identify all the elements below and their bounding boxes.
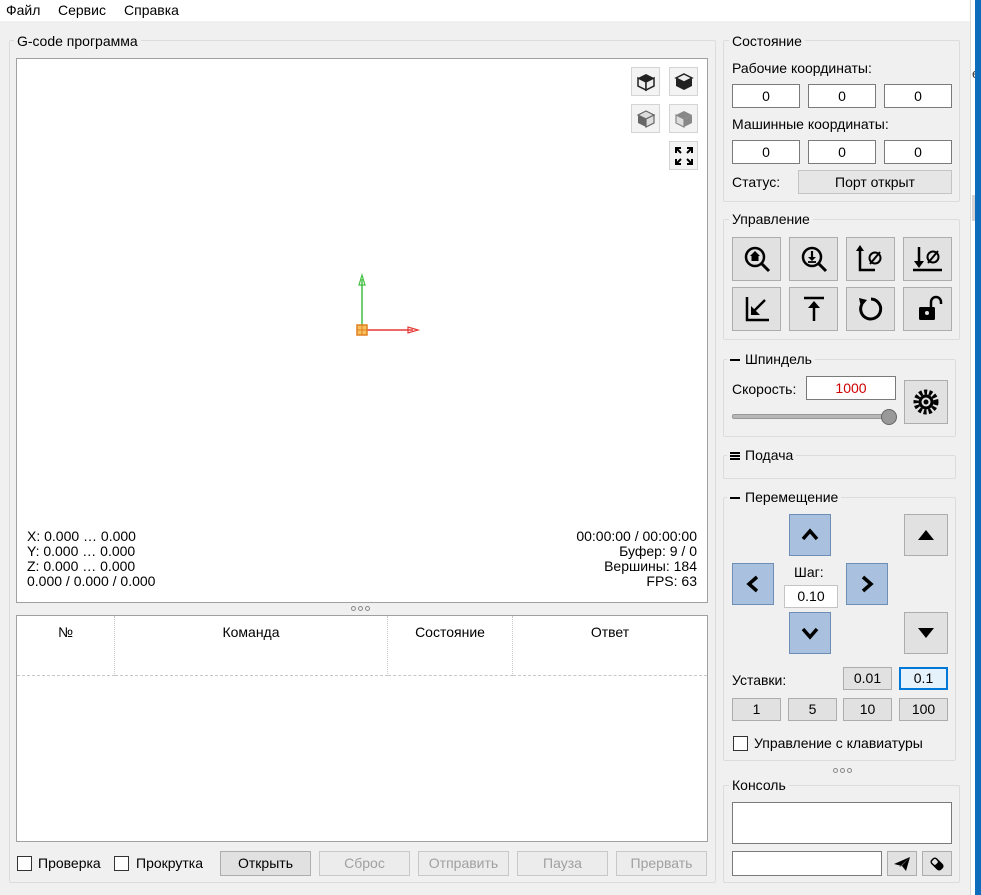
probe-search-icon[interactable]: [789, 237, 838, 281]
preset-0.1-button[interactable]: 0.1: [899, 667, 948, 690]
pause-button[interactable]: Пауза: [517, 851, 608, 876]
spindle-speed-slider[interactable]: [732, 414, 896, 419]
splitter-handle[interactable]: [349, 605, 371, 611]
view-top-cube-icon[interactable]: [631, 67, 660, 96]
console-output[interactable]: [732, 802, 952, 844]
spindle-speed-field[interactable]: 1000: [806, 376, 896, 400]
state-group-title: Состояние: [729, 33, 805, 49]
expand-menu-icon: [730, 452, 740, 461]
reset-button[interactable]: Сброс: [319, 851, 410, 876]
y-bounds: Y: 0.000 … 0.000: [27, 543, 136, 559]
view-iso-cube-icon[interactable]: [669, 104, 698, 133]
jog-group-header[interactable]: Перемещение: [727, 489, 842, 505]
work-y-field: 0: [808, 84, 876, 108]
column-header-state[interactable]: Состояние: [388, 616, 513, 676]
check-mode-checkbox[interactable]: [17, 856, 32, 871]
autoscroll-checkbox[interactable]: [114, 856, 129, 871]
clear-console-icon[interactable]: [922, 851, 952, 876]
safe-position-icon[interactable]: [789, 287, 838, 331]
size-readout: 0.000 / 0.000 / 0.000: [27, 573, 156, 589]
program-group-title: G-code программа: [14, 33, 141, 49]
presets-label: Уставки:: [732, 672, 787, 688]
jog-y-minus-icon[interactable]: [789, 612, 831, 654]
background-window-edge: [975, 0, 981, 895]
open-button[interactable]: Открыть: [220, 851, 311, 876]
view-front-cube-icon[interactable]: [669, 67, 698, 96]
background-window: е: [970, 0, 981, 895]
preset-5-button[interactable]: 5: [788, 698, 837, 721]
console-group-title: Консоль: [729, 777, 789, 793]
status-label: Статус:: [732, 174, 781, 190]
spindle-title: Шпиндель: [745, 351, 812, 367]
zero-xy-icon[interactable]: [846, 237, 895, 281]
collapse-minus-icon: [730, 359, 740, 362]
keyboard-control-label: Управление с клавиатуры: [754, 735, 923, 751]
preset-100-button[interactable]: 100: [899, 698, 948, 721]
work-z-field: 0: [884, 84, 952, 108]
view-left-cube-icon[interactable]: [631, 104, 660, 133]
column-header-number[interactable]: №: [17, 616, 115, 676]
menu-service[interactable]: Сервис: [58, 2, 106, 18]
unlock-icon[interactable]: [903, 287, 952, 331]
zero-z-icon[interactable]: [903, 237, 952, 281]
jog-x-minus-icon[interactable]: [732, 563, 774, 605]
menu-bar: Файл Сервис Справка: [0, 0, 970, 21]
stats-readout: 00:00:00 / 00:00:00 Буфер: 9 / 0 Вершины…: [576, 529, 697, 589]
preset-0.01-button[interactable]: 0.01: [843, 667, 892, 690]
machine-x-field: 0: [732, 140, 800, 164]
program-table[interactable]: № Команда Состояние Ответ: [16, 615, 708, 842]
jog-z-minus-icon[interactable]: [904, 612, 948, 654]
return-to-zero-icon[interactable]: [732, 287, 781, 331]
right-splitter-handle[interactable]: [831, 767, 853, 773]
spindle-group-header[interactable]: Шпиндель: [727, 351, 815, 367]
spindle-toggle-icon[interactable]: [904, 380, 948, 424]
jog-y-plus-icon[interactable]: [789, 514, 831, 556]
bounds-readout: X: 0.000 … 0.000 Y: 0.000 … 0.000 Z: 0.0…: [27, 529, 155, 589]
time-readout: 00:00:00 / 00:00:00: [576, 528, 697, 544]
restart-icon[interactable]: [846, 287, 895, 331]
preset-1-button[interactable]: 1: [732, 698, 781, 721]
check-mode-label: Проверка: [38, 855, 101, 871]
fps-readout: FPS: 63: [646, 573, 697, 589]
buffer-readout: Буфер: 9 / 0: [619, 543, 697, 559]
send-button[interactable]: Отправить: [418, 851, 509, 876]
home-search-icon[interactable]: [732, 237, 781, 281]
collapse-minus-icon: [730, 497, 740, 500]
step-field[interactable]: 0.10: [784, 585, 838, 608]
status-value: Порт открыт: [798, 170, 952, 194]
send-command-icon[interactable]: [887, 851, 917, 876]
x-bounds: X: 0.000 … 0.000: [27, 528, 136, 544]
axis-origin-icon: [356, 272, 421, 336]
machine-z-field: 0: [884, 140, 952, 164]
keyboard-control-checkbox[interactable]: [733, 736, 748, 751]
feed-title: Подача: [745, 447, 794, 463]
work-x-field: 0: [732, 84, 800, 108]
menu-help[interactable]: Справка: [124, 2, 179, 18]
spindle-speed-label: Скорость:: [732, 381, 797, 397]
console-input[interactable]: [732, 851, 882, 876]
menu-file[interactable]: Файл: [6, 2, 40, 18]
jog-z-plus-icon[interactable]: [904, 514, 948, 556]
machine-coords-label: Машинные координаты:: [732, 116, 889, 132]
feed-group-header[interactable]: Подача: [727, 447, 797, 463]
autoscroll-label: Прокрутка: [136, 855, 204, 871]
spindle-slider-handle[interactable]: [881, 409, 897, 425]
abort-button[interactable]: Прервать: [616, 851, 707, 876]
machine-y-field: 0: [808, 140, 876, 164]
vertices-readout: Вершины: 184: [604, 558, 697, 574]
jog-title: Перемещение: [745, 489, 839, 505]
gcode-viewer[interactable]: X: 0.000 … 0.000 Y: 0.000 … 0.000 Z: 0.0…: [16, 58, 708, 603]
column-header-command[interactable]: Команда: [115, 616, 388, 676]
work-coords-label: Рабочие координаты:: [732, 60, 872, 76]
fit-view-icon[interactable]: [669, 141, 698, 170]
jog-x-plus-icon[interactable]: [846, 563, 888, 605]
preset-10-button[interactable]: 10: [843, 698, 892, 721]
control-group-title: Управление: [729, 211, 813, 227]
step-label: Шаг:: [794, 564, 824, 580]
column-header-response[interactable]: Ответ: [513, 616, 707, 676]
z-bounds: Z: 0.000 … 0.000: [27, 558, 136, 574]
